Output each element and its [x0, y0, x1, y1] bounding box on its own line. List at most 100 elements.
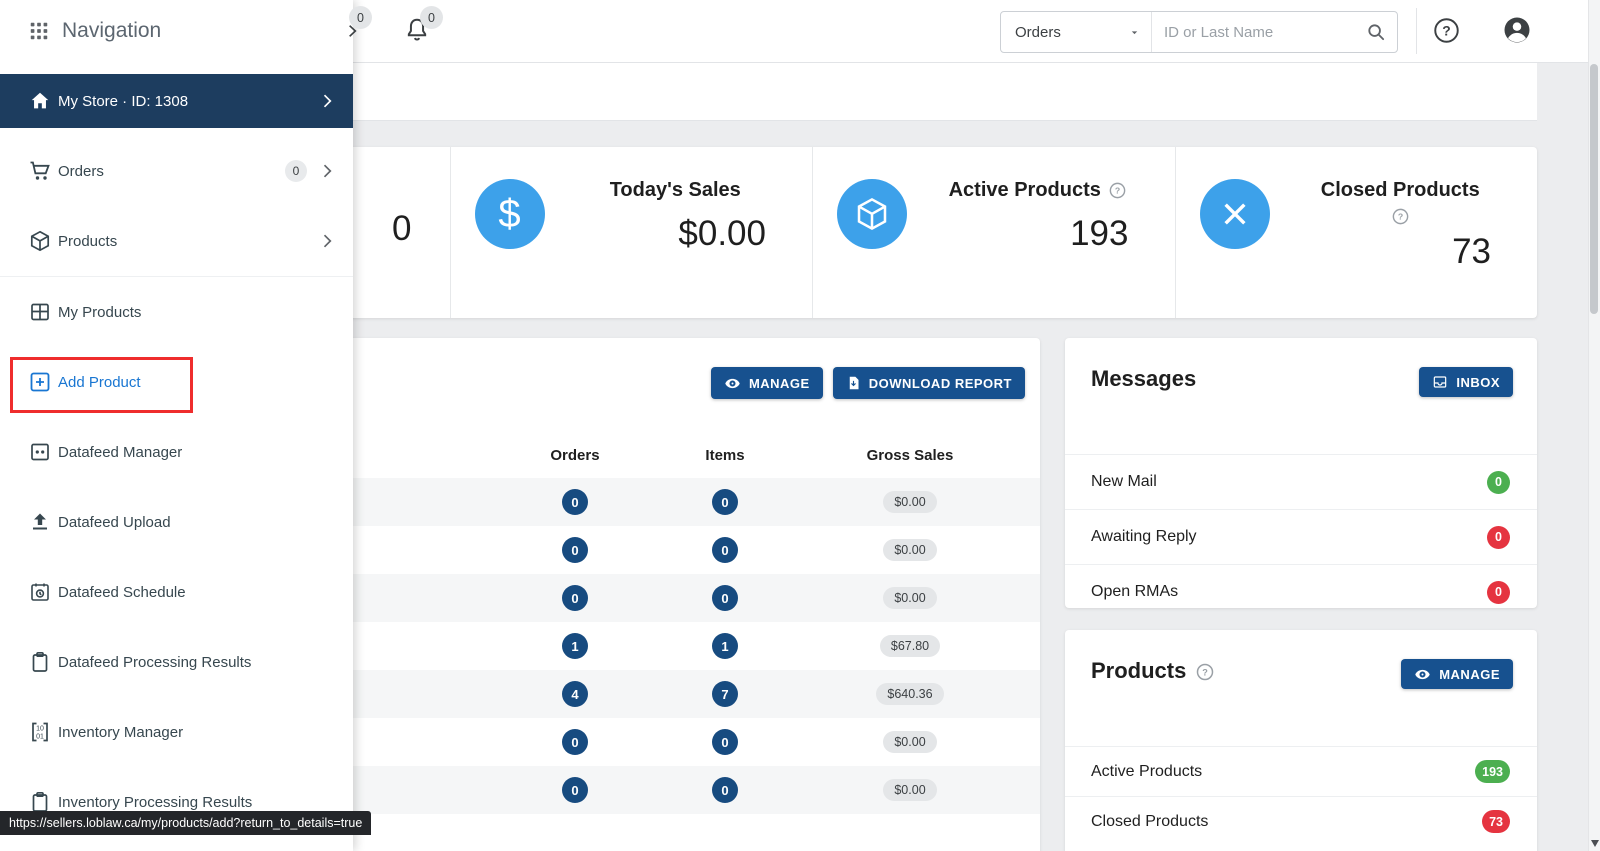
count-badge: 193 — [1475, 760, 1510, 783]
search-input[interactable] — [1152, 12, 1363, 52]
sidebar-item-datafeed-schedule[interactable]: Datafeed Schedule — [0, 557, 353, 627]
page: 0 Orders ? — [0, 0, 1600, 851]
orders-badge: 0 — [285, 160, 307, 182]
messages-row-label: Open RMAs — [1091, 583, 1179, 600]
manage-button-label: MANAGE — [748, 375, 810, 391]
cart-icon — [28, 159, 52, 183]
manage-button[interactable]: MANAGE — [1401, 659, 1513, 689]
help-icon[interactable]: ? — [1391, 207, 1410, 226]
header-divider — [1416, 8, 1417, 54]
svg-text:?: ? — [1442, 22, 1450, 38]
sidebar-item-datafeed-processing-results[interactable]: Datafeed Processing Results — [0, 627, 353, 697]
inbox-button[interactable]: INBOX — [1419, 367, 1513, 397]
gross-sales-pill: $0.00 — [883, 731, 937, 753]
products-row-label: Closed Products — [1091, 812, 1209, 830]
search-icon[interactable] — [1363, 21, 1397, 43]
gross-sales-pill: $0.00 — [883, 779, 937, 801]
chevron-down-icon — [1131, 30, 1138, 34]
datafeed-manager-icon — [28, 440, 52, 464]
account-button[interactable] — [1502, 15, 1532, 45]
search-category-select[interactable]: Orders — [1001, 12, 1152, 52]
drawer-title: Navigation — [62, 19, 162, 42]
sidebar-item-label: Datafeed Schedule — [58, 583, 186, 601]
datafeed-processing-results-icon — [28, 650, 52, 674]
sidebar-item-my-products[interactable]: My Products — [0, 277, 353, 347]
svg-text:?: ? — [1115, 186, 1120, 196]
datafeed-schedule-icon — [28, 580, 52, 604]
products-row: Closed Products 73 — [1065, 796, 1537, 846]
gross-sales-pill: $640.36 — [876, 683, 944, 705]
status-url-bubble: https://sellers.loblaw.ca/my/products/ad… — [0, 811, 372, 835]
eye-icon — [725, 378, 740, 388]
items-count-badge: 0 — [712, 585, 738, 611]
package-icon — [837, 179, 907, 249]
sidebar-item-label: My Products — [58, 303, 142, 321]
sidebar-item-my-store[interactable]: My Store · ID: 1308 — [0, 74, 353, 128]
sidebar-item-datafeed-manager[interactable]: Datafeed Manager — [0, 417, 353, 487]
sidebar-item-label: My Store · ID: 1308 — [58, 92, 189, 110]
count-badge: 0 — [1487, 580, 1510, 604]
help-icon[interactable]: ? — [1108, 181, 1127, 200]
chevron-right-icon — [323, 164, 332, 178]
items-count-badge: 0 — [712, 489, 738, 515]
scroll-down-arrow[interactable] — [1589, 837, 1600, 849]
sidebar-item-add-product[interactable]: Add Product — [0, 347, 353, 417]
column-header-orders: Orders — [550, 447, 600, 464]
scrollbar[interactable] — [1588, 0, 1600, 851]
svg-text:?: ? — [1398, 212, 1403, 222]
stat-text: Active Products ? 193 — [925, 173, 1151, 292]
svg-text:01: 01 — [36, 734, 44, 741]
drawer-header: Navigation — [0, 0, 353, 62]
sidebar-item-inventory-manager[interactable]: 10 01 Inventory Manager — [0, 697, 353, 767]
column-header-gross-sales: Gross Sales — [866, 447, 954, 464]
stat-card-todays-sales: $ Today's Sales $0.00 — [451, 147, 813, 318]
products-row-label: Active Products — [1091, 762, 1203, 780]
stat-value: $0.00 — [678, 214, 766, 253]
sidebar-item-products[interactable]: Products — [0, 206, 353, 276]
inbox-icon — [1434, 376, 1447, 388]
bell-count-badge: 0 — [420, 6, 443, 29]
sidebar-item-orders[interactable]: Orders 0 — [0, 136, 353, 206]
stat-title: Closed Products — [1320, 179, 1480, 201]
stat-title: Today's Sales — [609, 179, 741, 201]
products-card-header: Products ? MANAGE — [1065, 630, 1537, 746]
orders-count-badge: 0 — [562, 585, 588, 611]
manage-button[interactable]: MANAGE — [710, 367, 823, 399]
messages-row: Open RMAs 0 — [1065, 564, 1537, 619]
sidebar-item-label: Datafeed Manager — [58, 443, 183, 461]
dollar-icon: $ — [474, 179, 545, 249]
count-badge: 0 — [1487, 525, 1510, 549]
sidebar-item-datafeed-upload[interactable]: Datafeed Upload — [0, 487, 353, 557]
sidebar-item-label: Inventory Manager — [58, 723, 184, 741]
add-product-icon — [28, 370, 52, 394]
items-count-badge: 0 — [712, 777, 738, 803]
items-count-badge: 0 — [712, 537, 738, 563]
manage-button-label: MANAGE — [1439, 666, 1500, 682]
datafeed-upload-icon — [28, 510, 52, 534]
orders-count-badge: 4 — [562, 681, 588, 707]
home-icon — [28, 90, 52, 112]
sidebar-item-label: Datafeed Processing Results — [58, 653, 252, 671]
chevron-right-icon — [323, 234, 332, 248]
scrollbar-thumb[interactable] — [1590, 64, 1598, 314]
orders-count-badge: 0 — [562, 729, 588, 755]
items-count-badge: 1 — [712, 633, 738, 659]
messages-card: Messages INBOX New Mail 0 Awaiting Reply… — [1065, 338, 1537, 608]
svg-text:10: 10 — [36, 726, 44, 733]
my-products-icon — [28, 300, 52, 324]
help-icon[interactable]: ? — [1195, 662, 1215, 682]
messages-row-label: Awaiting Reply — [1091, 528, 1197, 545]
stat-value: 193 — [1070, 214, 1129, 253]
column-header-items: Items — [705, 447, 745, 464]
download-report-button[interactable]: DOWNLOAD REPORT — [832, 367, 1025, 399]
download-file-icon — [849, 376, 859, 390]
package-icon — [28, 229, 52, 253]
stat-title: Active Products — [948, 179, 1101, 201]
eye-icon — [1415, 669, 1430, 679]
stat-card-closed-products: Closed Products ? 73 — [1176, 147, 1538, 318]
chevron-right-icon — [323, 94, 332, 108]
help-button[interactable]: ? — [1432, 16, 1461, 45]
messages-row: Awaiting Reply 0 — [1065, 509, 1537, 564]
header-search-group: Orders — [1000, 11, 1398, 53]
items-count-badge: 7 — [712, 681, 738, 707]
